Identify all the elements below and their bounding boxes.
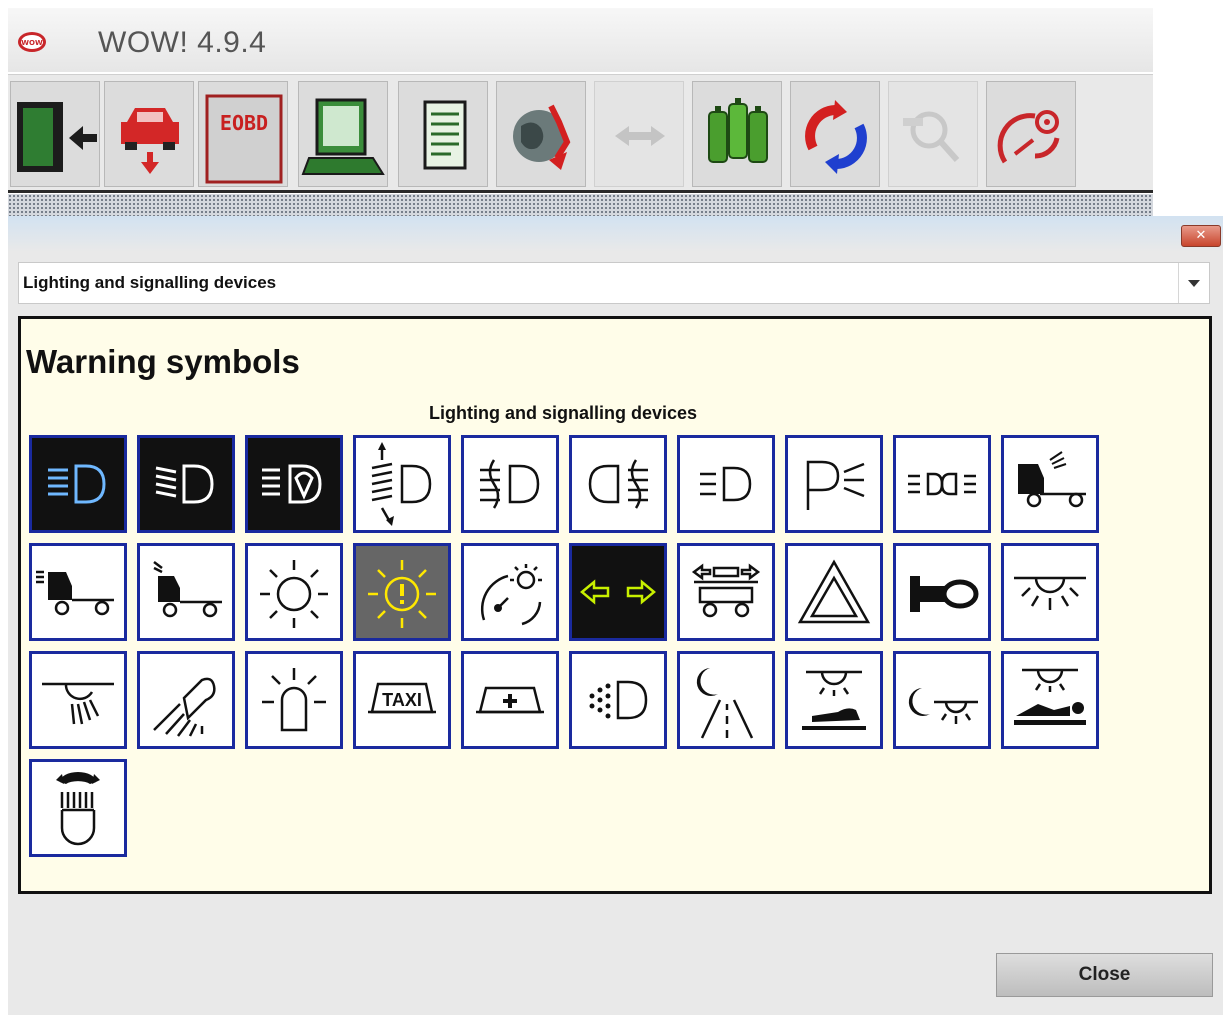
panel-title: Warning symbols bbox=[26, 343, 300, 380]
front-fog-lamp-icon[interactable] bbox=[461, 435, 559, 533]
document-icon bbox=[423, 100, 467, 170]
svg-text:WOW: WOW bbox=[21, 39, 43, 47]
position-lamp-icon[interactable] bbox=[677, 435, 775, 533]
daytime-running-light-icon[interactable] bbox=[569, 651, 667, 749]
toolbar-divider bbox=[8, 190, 1153, 193]
night-interior-light-icon[interactable] bbox=[893, 651, 991, 749]
ambulance-sign-icon[interactable] bbox=[461, 651, 559, 749]
night-road-light-icon[interactable] bbox=[677, 651, 775, 749]
batteries-icon bbox=[708, 98, 768, 163]
svg-text:TAXI: TAXI bbox=[382, 690, 422, 710]
dialog-close-x-button[interactable]: ✕ bbox=[1181, 225, 1221, 247]
parking-light-icon[interactable] bbox=[785, 435, 883, 533]
wow-logo-icon: WOW bbox=[18, 32, 46, 52]
category-dropdown[interactable]: Lighting and signalling devices bbox=[18, 262, 1210, 304]
light-failure-warning-icon[interactable] bbox=[353, 543, 451, 641]
laptop-icon bbox=[301, 98, 385, 175]
app-window: WOW WOW! 4.9.4 EOBD ✕ Lighting and signa… bbox=[0, 0, 1223, 1015]
footwell-light-icon[interactable] bbox=[785, 651, 883, 749]
car-download-icon bbox=[121, 108, 179, 174]
batteries-button[interactable] bbox=[692, 81, 782, 187]
arrows-icon bbox=[615, 126, 665, 146]
headlamp-wash-icon[interactable] bbox=[245, 435, 343, 533]
category-dropdown-value: Lighting and signalling devices bbox=[23, 273, 277, 292]
chevron-down-icon[interactable] bbox=[1178, 263, 1209, 303]
exit-button[interactable] bbox=[10, 81, 100, 187]
symbol-grid: TAXI bbox=[29, 435, 1109, 860]
connection-button[interactable] bbox=[594, 81, 684, 187]
headlamp-leveling-icon[interactable] bbox=[353, 435, 451, 533]
svg-text:EOBD: EOBD bbox=[220, 111, 268, 135]
group-label: Lighting and signalling devices bbox=[428, 403, 698, 423]
rotating-beacon-icon[interactable] bbox=[245, 651, 343, 749]
interior-light-icon[interactable] bbox=[245, 543, 343, 641]
work-light-icon[interactable] bbox=[29, 651, 127, 749]
searchlight-icon[interactable] bbox=[137, 651, 235, 749]
gauge-settings-button[interactable] bbox=[986, 81, 1076, 187]
dome-light-icon[interactable] bbox=[1001, 543, 1099, 641]
sync-button[interactable] bbox=[790, 81, 880, 187]
rear-fog-lamp-icon[interactable] bbox=[569, 435, 667, 533]
title-bar: WOW WOW! 4.9.4 bbox=[8, 8, 1153, 72]
globe-update-button[interactable] bbox=[496, 81, 586, 187]
hazard-warning-icon[interactable] bbox=[785, 543, 883, 641]
eobd-button[interactable]: EOBD bbox=[198, 81, 288, 187]
eobd-icon: EOBD bbox=[205, 94, 283, 184]
sync-arrows-icon bbox=[805, 100, 867, 174]
window-title: WOW! 4.9.4 bbox=[98, 26, 267, 59]
side-marker-lamps-icon[interactable] bbox=[893, 435, 991, 533]
door-exit-icon bbox=[17, 102, 97, 172]
spot-light-truck-icon[interactable] bbox=[1001, 435, 1099, 533]
main-beam-icon[interactable] bbox=[29, 435, 127, 533]
magnifier-car-icon bbox=[903, 111, 960, 162]
adjustable-lamp-icon[interactable] bbox=[29, 759, 127, 857]
taxi-sign-icon[interactable]: TAXI bbox=[353, 651, 451, 749]
gauge-gear-icon bbox=[997, 110, 1060, 164]
horn-icon[interactable] bbox=[893, 543, 991, 641]
document-button[interactable] bbox=[398, 81, 488, 187]
truck-front-light-icon[interactable] bbox=[29, 543, 127, 641]
warning-symbols-dialog: ✕ Lighting and signalling devices Warnin… bbox=[8, 216, 1223, 1015]
dipped-beam-icon[interactable] bbox=[137, 435, 235, 533]
close-icon: ✕ bbox=[1195, 228, 1207, 243]
symbols-panel: Warning symbols Lighting and signalling … bbox=[18, 316, 1212, 894]
truck-beacon-light-icon[interactable] bbox=[137, 543, 235, 641]
pattern-strip bbox=[8, 194, 1153, 216]
diagnostics-button[interactable] bbox=[298, 81, 388, 187]
close-button[interactable]: Close bbox=[996, 953, 1213, 997]
search-vehicle-button[interactable] bbox=[888, 81, 978, 187]
globe-arrow-icon bbox=[513, 104, 571, 170]
turn-signal-arrows-icon[interactable] bbox=[569, 543, 667, 641]
instrument-illumination-icon[interactable] bbox=[461, 543, 559, 641]
trailer-turn-signal-icon[interactable] bbox=[677, 543, 775, 641]
vehicle-select-button[interactable] bbox=[104, 81, 194, 187]
bunk-light-icon[interactable] bbox=[1001, 651, 1099, 749]
main-toolbar: EOBD bbox=[8, 74, 1153, 191]
